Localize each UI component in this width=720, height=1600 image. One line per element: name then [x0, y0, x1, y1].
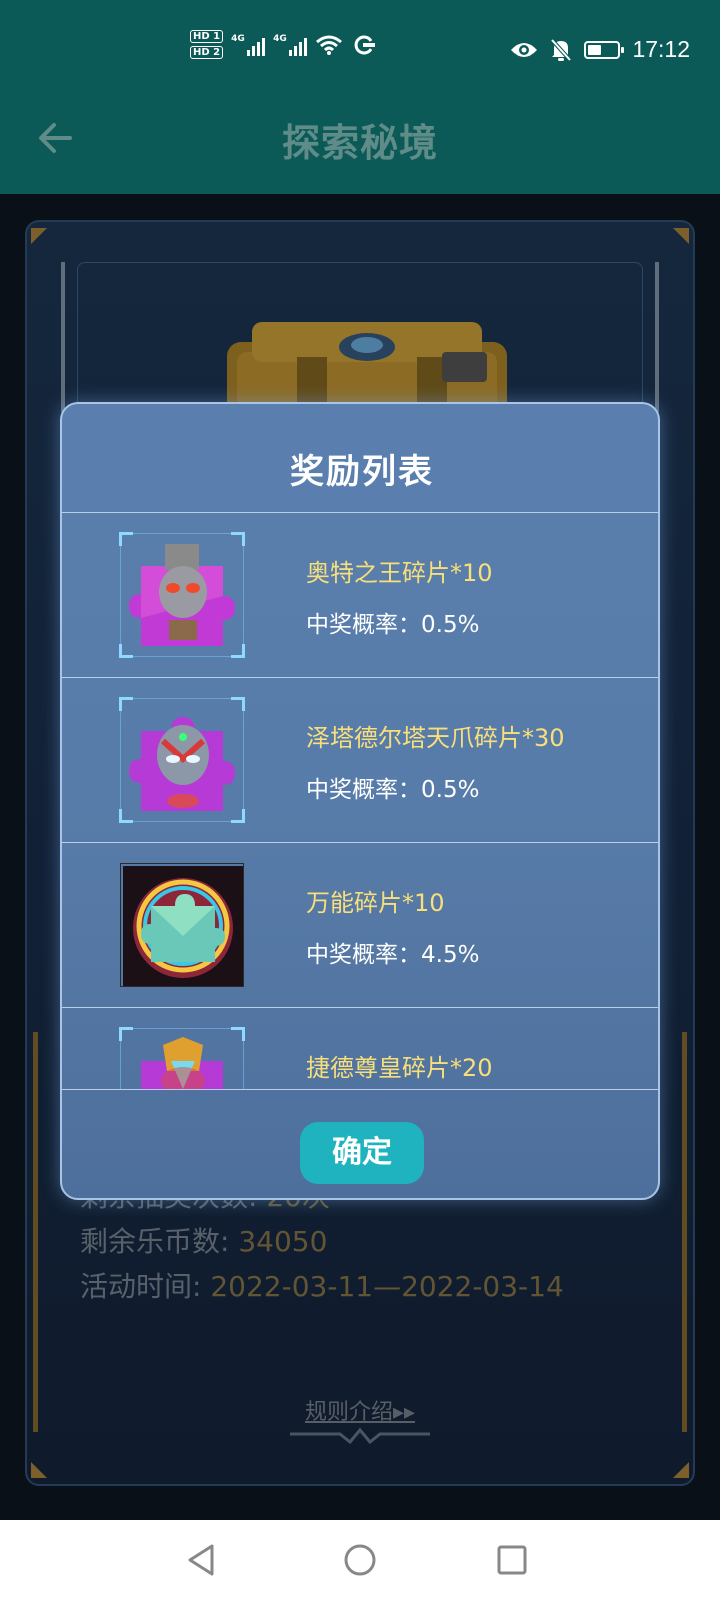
ultraman-king-puzzle-icon — [119, 532, 245, 658]
recents-square-icon[interactable] — [492, 1540, 532, 1580]
status-bar: HD 1 HD 2 4G 4G 17:12 — [0, 0, 720, 96]
battery-icon — [584, 40, 625, 59]
dialog-title: 奖励列表 — [290, 452, 434, 492]
battery-level — [588, 44, 602, 55]
reward-name: 捷德尊皇碎片*20 — [306, 1054, 493, 1082]
wifi-icon — [316, 35, 343, 55]
reward-probability: 中奖概率：0.5% — [306, 777, 480, 803]
eye-icon — [511, 42, 538, 57]
universal-puzzle-icon — [120, 863, 244, 987]
hd-1-icon: HD 1 — [190, 30, 224, 43]
reward-list[interactable]: 奥特之王碎片*10 中奖概率：0.5% 泽塔德尔塔天爪碎片*30 中奖概率：0.… — [62, 512, 658, 1090]
system-nav-bar — [0, 1520, 720, 1600]
back-triangle-icon[interactable] — [182, 1540, 222, 1580]
reward-item: 万能碎片*10 中奖概率：4.5% — [62, 843, 658, 1008]
signal-4g-icon: 4G — [231, 34, 266, 56]
app-bar: 探索秘境 — [0, 96, 720, 194]
confirm-button[interactable]: 确定 — [300, 1122, 424, 1184]
signal-4g-icon: 4G — [273, 34, 308, 56]
page-title: 探索秘境 — [281, 121, 438, 165]
reward-name: 泽塔德尔塔天爪碎片*30 — [306, 724, 565, 752]
status-time: 17:12 — [632, 36, 690, 62]
status-right-icons: 17:12 — [510, 36, 690, 63]
hd-2-icon: HD 2 — [190, 46, 224, 59]
reward-item: 奥特之王碎片*10 中奖概率：0.5% — [62, 513, 658, 678]
reward-name: 奥特之王碎片*10 — [306, 559, 493, 587]
reward-item: 泽塔德尔塔天爪碎片*30 中奖概率：0.5% — [62, 678, 658, 843]
bell-off-icon — [550, 38, 572, 61]
reward-name: 万能碎片*10 — [306, 889, 445, 917]
reward-probability: 中奖概率：0.5% — [306, 612, 480, 638]
reward-list-dialog: 奖励列表 奥特之王碎片*10 中奖概率：0.5% 泽塔德尔塔天爪碎片*30 中奖… — [60, 402, 660, 1200]
geed-puzzle-icon — [119, 1027, 245, 1089]
reward-item: 捷德尊皇碎片*20 — [62, 1008, 658, 1089]
sync-icon — [354, 35, 376, 54]
hd-indicators: HD 1 HD 2 — [190, 30, 224, 59]
status-left-icons: HD 1 HD 2 4G 4G — [190, 30, 377, 59]
home-circle-icon[interactable] — [340, 1540, 380, 1580]
reward-probability: 中奖概率：4.5% — [306, 942, 480, 968]
zeta-puzzle-icon — [119, 697, 245, 823]
